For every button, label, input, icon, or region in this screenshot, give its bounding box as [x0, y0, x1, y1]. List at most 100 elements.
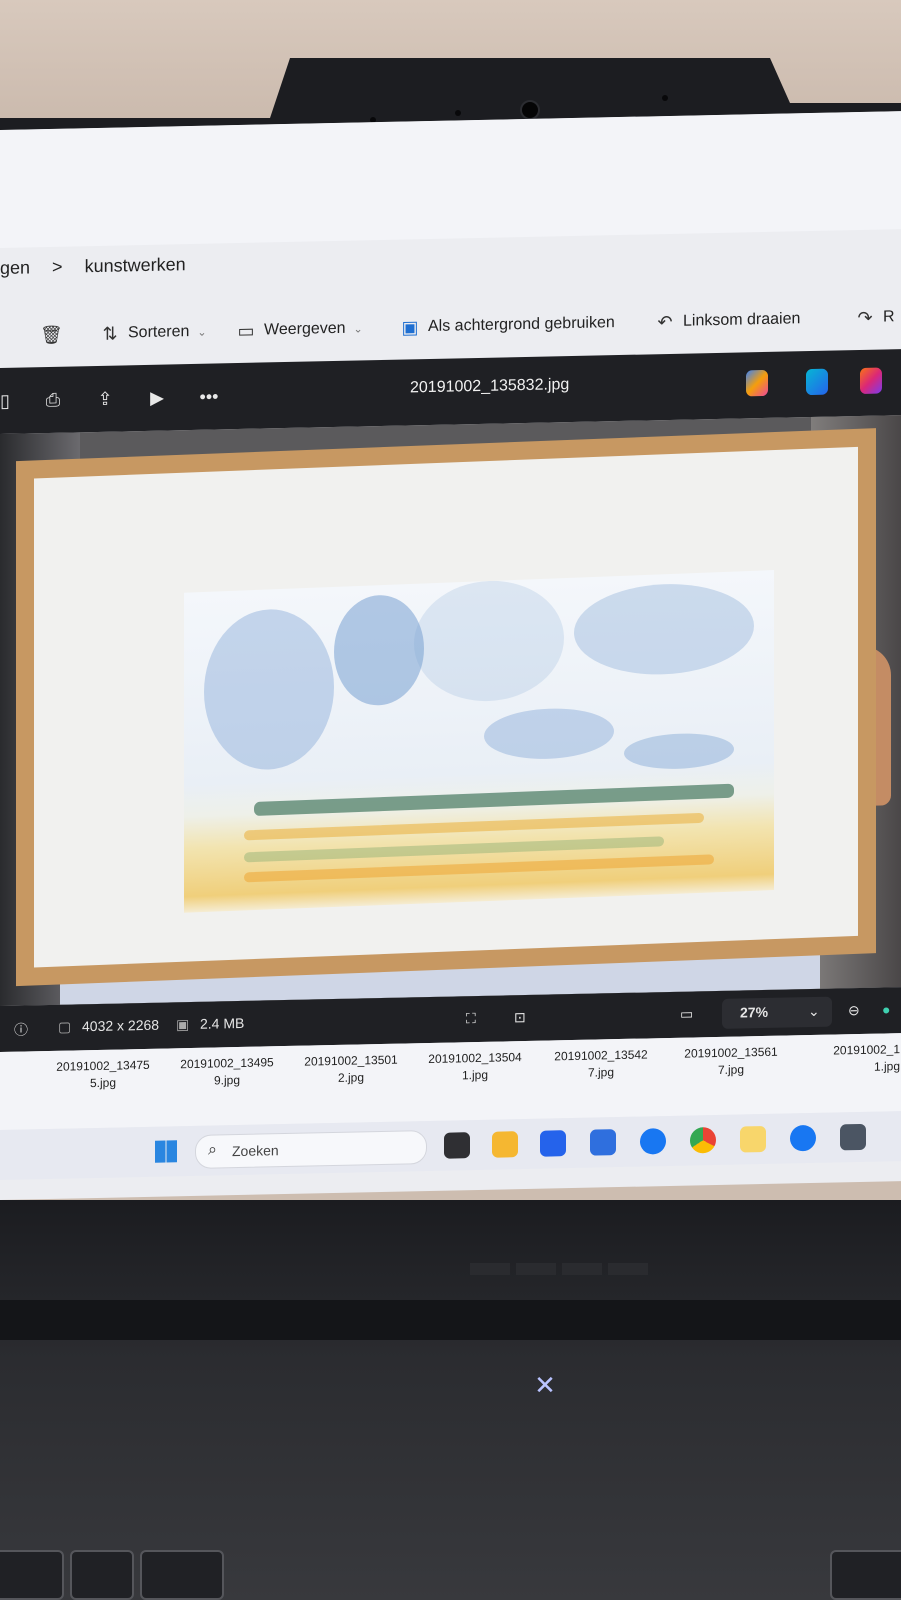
thumbnail-filename: 20191002_13475	[56, 1057, 150, 1074]
mail-icon[interactable]	[840, 1123, 866, 1151]
windows-start-icon[interactable]	[155, 1140, 177, 1163]
photo-canvas	[0, 415, 901, 1007]
thumbnail-item[interactable]: 20191002_13495 9.jpg	[172, 1054, 282, 1090]
disk-icon: ▣	[176, 1016, 190, 1033]
rotate-right-button[interactable]: ↷ R	[855, 289, 895, 346]
fit-to-window-icon[interactable]: ⛶	[466, 1010, 476, 1027]
backlit-logo-icon: ✕	[534, 1370, 556, 1400]
thumbnail-filename-ext: 7.jpg	[717, 1062, 745, 1077]
slideshow-icon[interactable]: ▶	[146, 386, 168, 408]
thumbnail-filename-ext: 2.jpg	[337, 1070, 365, 1085]
cloud-shape	[484, 706, 614, 762]
cloud-shape	[414, 578, 564, 704]
sort-label: Sorteren	[128, 323, 190, 342]
thumbnail-filename: 20191002_13542	[554, 1047, 648, 1064]
bezel-sensor	[662, 95, 668, 101]
zoom-value: 27%	[740, 1003, 769, 1021]
thumbnail-item[interactable]: 20191002_13561 7.jpg	[676, 1044, 786, 1080]
watercolor-painting	[184, 570, 774, 913]
file-size: 2.4 MB	[200, 1014, 245, 1032]
thumbnail-filename: 20191002_13495	[180, 1055, 274, 1072]
breadcrumb-item-current[interactable]: kunstwerken	[85, 254, 186, 277]
thumbnail-filename: 20191002_13501	[304, 1052, 398, 1069]
screen-icon[interactable]: ▭	[680, 1005, 693, 1022]
passe-partout	[34, 446, 858, 968]
copilot-icon[interactable]	[746, 369, 768, 397]
thumbnail-filename: 20191002_13561	[684, 1044, 778, 1061]
cloud-shape	[574, 580, 754, 678]
view-label: Weergeven	[264, 319, 346, 339]
more-options-icon[interactable]: •••	[198, 385, 220, 407]
photo-file-title: 20191002_135832.jpg	[410, 376, 570, 397]
thumbnail-filename-ext: 7.jpg	[587, 1065, 615, 1080]
share-icon[interactable]: ⇪	[94, 388, 116, 410]
keyboard-key[interactable]	[140, 1550, 224, 1600]
field-stroke	[244, 812, 704, 841]
view-button[interactable]: ▭ Weergeven ⌄	[236, 300, 363, 359]
zoom-dropdown[interactable]: 27% ⌄	[722, 996, 832, 1029]
thumbnail-filename-ext: 1.jpg	[873, 1059, 900, 1074]
keyboard-key[interactable]	[830, 1550, 901, 1600]
file-explorer-header	[0, 111, 901, 248]
thumbnail-item[interactable]: 20191002_1 1.jpg	[800, 1041, 900, 1077]
horizon-treeline	[254, 783, 734, 817]
picture-frame	[16, 428, 876, 987]
wallpaper-icon: ▣	[401, 317, 419, 338]
laptop-hinge	[0, 1300, 901, 1340]
zoom-slider-handle[interactable]: ●	[882, 1001, 890, 1017]
thumbnail-filename-ext: 5.jpg	[89, 1075, 117, 1091]
breadcrumb-item-previous[interactable]: gen	[0, 257, 30, 279]
set-as-wallpaper-label: Als achtergrond gebruiken	[428, 314, 615, 336]
thumbnail-item[interactable]: 20191002_13504 1.jpg	[420, 1049, 530, 1085]
info-icon[interactable]: ⓘ	[14, 1019, 28, 1039]
delete-button[interactable]: 🗑	[40, 307, 63, 363]
thumbnail-item[interactable]: 20191002_13542 7.jpg	[546, 1046, 656, 1082]
thumbnail-filename-ext: 1.jpg	[461, 1067, 489, 1083]
rotate-left-label: Linksom draaien	[683, 310, 801, 330]
thumbnail-item[interactable]: 20191002_13501 2.jpg	[296, 1051, 406, 1087]
task-view-icon[interactable]	[444, 1132, 470, 1159]
thumbnail-filename: 20191002_1	[833, 1042, 900, 1058]
chevron-down-icon: ⌄	[353, 322, 363, 336]
sort-button[interactable]: ⇅ Sorteren ⌄	[100, 304, 207, 362]
laptop-body: ▬▬▬▬ ✕	[0, 1200, 901, 1600]
search-icon: ⌕	[208, 1141, 217, 1159]
messenger-icon[interactable]	[640, 1128, 666, 1155]
thumbnail-filename: 20191002_13504	[428, 1050, 522, 1067]
chrome-icon[interactable]	[690, 1127, 716, 1154]
keyboard-key[interactable]	[0, 1550, 64, 1600]
thumbnail-item[interactable]: 20191002_13475 5.jpg	[48, 1057, 158, 1093]
actual-size-icon[interactable]: ⊡	[514, 1009, 526, 1026]
print-icon[interactable]: ⎙	[42, 389, 64, 411]
cloud-shape	[334, 593, 424, 707]
bezel-sensor	[455, 110, 461, 116]
cloud-shape	[204, 606, 334, 772]
zoom-out-icon[interactable]: ⊖	[848, 1002, 860, 1019]
chevron-down-icon: ⌄	[808, 1002, 820, 1020]
outlook-icon[interactable]	[590, 1129, 616, 1156]
sticky-notes-icon[interactable]	[740, 1125, 766, 1153]
taskbar-search[interactable]: ⌕ Zoeken	[195, 1130, 427, 1169]
clipchamp-icon[interactable]	[860, 367, 882, 394]
mute-mic-key[interactable]	[70, 1550, 134, 1600]
rotate-left-button[interactable]: ↶ Linksom draaien	[655, 291, 800, 350]
cloud-shape	[624, 731, 734, 771]
chevron-down-icon: ⌄	[197, 326, 207, 339]
file-explorer-icon[interactable]	[492, 1131, 518, 1158]
sort-arrows-icon: ⇅	[102, 323, 118, 344]
rotate-left-icon: ↶	[657, 311, 673, 333]
view-window-icon: ▭	[237, 320, 255, 342]
facebook-icon[interactable]	[790, 1124, 816, 1152]
dimensions-icon: ▢	[58, 1018, 72, 1035]
rotate-right-icon: ↷	[857, 307, 873, 329]
rotate-right-label: R	[883, 308, 895, 326]
thumbnail-filename-ext: 9.jpg	[213, 1072, 241, 1088]
breadcrumb: gen > kunstwerken	[0, 254, 186, 279]
laptop-screen: gen > kunstwerken 🗑 ⇅ Sorteren ⌄ ▭ Weerg…	[0, 111, 901, 1201]
store-icon[interactable]	[540, 1130, 566, 1157]
delete-icon[interactable]: ▯	[0, 390, 16, 412]
set-as-wallpaper-button[interactable]: ▣ Als achtergrond gebruiken	[400, 295, 615, 355]
chevron-right-icon: >	[52, 256, 63, 277]
designer-edit-icon[interactable]	[806, 368, 828, 396]
trash-icon: 🗑	[40, 324, 63, 346]
